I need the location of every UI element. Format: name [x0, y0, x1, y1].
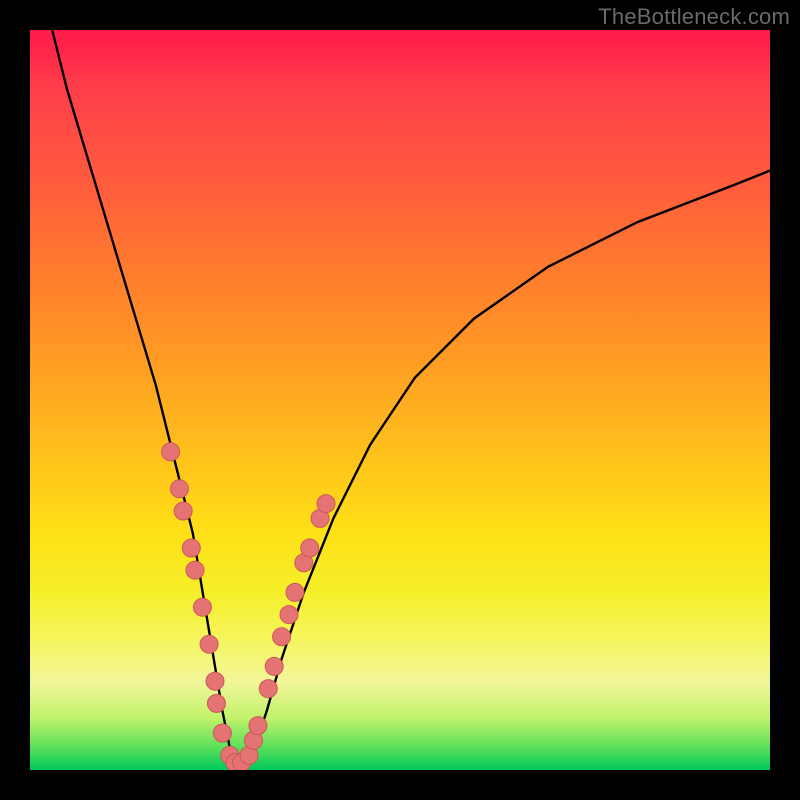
highlight-dot	[265, 657, 283, 675]
highlight-dot	[286, 583, 304, 601]
chart-plot-area	[30, 30, 770, 770]
highlight-dot	[317, 495, 335, 513]
highlight-dot	[213, 724, 231, 742]
highlight-dot	[170, 480, 188, 498]
highlight-dot	[206, 672, 224, 690]
highlight-dot	[280, 606, 298, 624]
watermark-text: TheBottleneck.com	[598, 4, 790, 30]
highlight-dot	[186, 561, 204, 579]
highlight-dot	[273, 628, 291, 646]
highlight-dot	[193, 598, 211, 616]
highlight-dot	[249, 717, 267, 735]
highlight-dot	[200, 635, 218, 653]
highlight-dots	[162, 443, 335, 770]
highlight-dot	[174, 502, 192, 520]
highlight-dot	[182, 539, 200, 557]
highlight-dot	[162, 443, 180, 461]
highlight-dot	[259, 680, 277, 698]
bottleneck-curve	[52, 30, 770, 766]
highlight-dot	[301, 539, 319, 557]
chart-svg	[30, 30, 770, 770]
highlight-dot	[207, 694, 225, 712]
chart-frame: TheBottleneck.com	[0, 0, 800, 800]
